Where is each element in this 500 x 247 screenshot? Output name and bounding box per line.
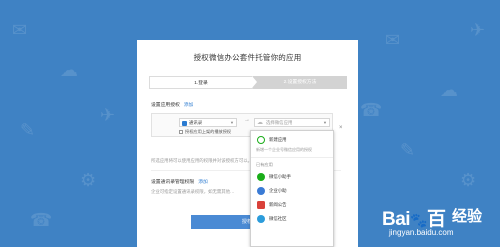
add-admin-link[interactable]: 添加 <box>198 180 208 185</box>
existing-apps-title: 已有应用 <box>256 162 273 167</box>
app-label: 新闻公告 <box>269 202 287 207</box>
app-icon <box>257 215 265 223</box>
watermark-brand: 经验 <box>452 208 483 225</box>
checkbox-label: 授权应用上架的播放授权 <box>185 129 232 134</box>
new-app-desc: 新增一个企业号微信应用的授权 <box>256 147 312 152</box>
chevron-down-icon: ▼ <box>230 120 234 125</box>
source-app-value: 通讯录 <box>189 120 203 125</box>
new-app-icon <box>257 136 265 144</box>
app-dropdown: 新建应用 新增一个企业号微信应用的授权 已有应用 微信小助手 企业小助 新闻公告… <box>250 130 334 247</box>
section-app-label: 设置应用授权 <box>151 103 180 108</box>
dropdown-item-app[interactable]: 微信社区 <box>256 214 330 224</box>
dialog-title: 授权微信办公套件托管你的应用 <box>193 53 302 62</box>
app-icon <box>257 187 265 195</box>
app-label: 微信社区 <box>269 216 287 221</box>
paw-icon: 🐾 <box>410 212 428 228</box>
source-app-select[interactable]: 通讯录 ▼ <box>179 118 237 127</box>
dropdown-item-app[interactable]: 新闻公告 <box>256 200 330 210</box>
app-label: 企业小助 <box>269 188 287 193</box>
dropdown-divider <box>251 157 333 158</box>
new-app-label: 新建应用 <box>269 137 287 142</box>
section-admin-permission: 设置通讯录管理权限 添加 <box>151 178 208 185</box>
chevron-down-icon: ▼ <box>323 120 327 125</box>
checkbox-box[interactable] <box>179 129 183 134</box>
app-icon <box>257 173 265 181</box>
arrow-right-icon: → <box>244 117 250 123</box>
authorize-checkbox[interactable]: 授权应用上架的播放授权 <box>179 129 231 135</box>
add-app-link[interactable]: 添加 <box>184 103 194 108</box>
dropdown-item-app[interactable]: 微信小助手 <box>256 172 330 182</box>
section-admin-label: 设置通讯录管理权限 <box>151 180 195 185</box>
step-progress: 1.登录 2.设置授权方法 <box>149 76 347 89</box>
cloud-icon: ☁ <box>257 120 263 126</box>
section-app-authorization: 设置应用授权 添加 <box>151 101 193 108</box>
target-app-select[interactable]: ☁ 选择微信应用 ▼ <box>254 118 330 127</box>
watermark-url: jingyan.baidu.com <box>389 228 454 237</box>
app-label: 微信小助手 <box>269 174 291 179</box>
baidu-watermark-logo: Bai🐾百 <box>382 204 446 231</box>
dropdown-item-app[interactable]: 企业小助 <box>256 186 330 196</box>
admin-hint-text: 企业可指定设置通讯录权限，如无需其他… <box>151 189 235 194</box>
app-icon <box>257 201 265 209</box>
step-login: 1.登录 <box>149 76 253 89</box>
close-icon[interactable]: × <box>339 125 343 131</box>
app-icon <box>182 120 187 126</box>
target-app-placeholder: 选择微信应用 <box>266 120 293 125</box>
app-hint-text: 所选应用将可以使用应用的权限并对该授权方可以。 <box>151 158 252 163</box>
watermark-logo-tail: 百 <box>427 209 446 230</box>
dropdown-item-new-app[interactable]: 新建应用 <box>256 135 330 145</box>
watermark-logo-text: Bai <box>382 209 411 230</box>
step-set-authorization: 2.设置授权方法 <box>252 76 347 89</box>
